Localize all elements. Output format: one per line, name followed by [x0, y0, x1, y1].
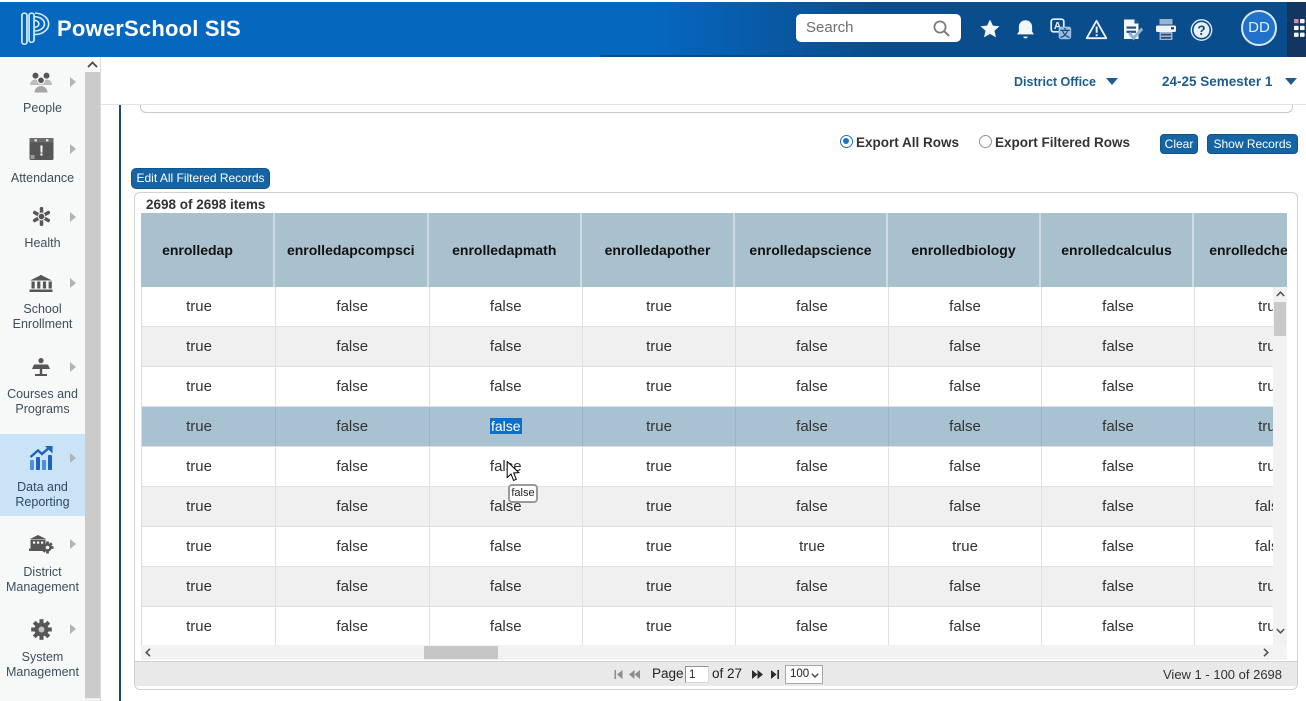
svg-text:?: ? [1197, 23, 1205, 38]
svg-text:!: ! [39, 143, 44, 160]
svg-text:文: 文 [1060, 27, 1071, 40]
